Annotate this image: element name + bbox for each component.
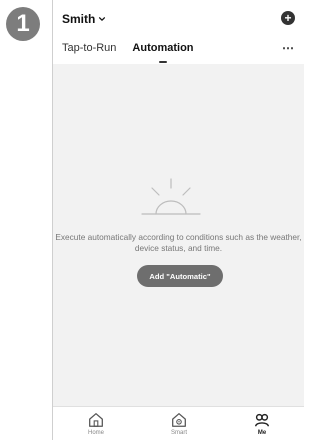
tab-label: Tap-to-Run <box>62 42 117 54</box>
bottom-nav: Home Smart Me <box>53 406 304 440</box>
add-automation-button[interactable]: Add "Automatic" <box>137 265 223 287</box>
nav-label: Me <box>257 430 267 436</box>
nav-item-smart[interactable]: Smart <box>154 411 204 436</box>
smart-home-icon <box>172 413 186 427</box>
sunrise-icon <box>141 178 201 215</box>
profile-icon <box>254 413 270 427</box>
header: Smith + Tap-to-Run Automation ⋯ <box>53 0 304 64</box>
home-icon <box>89 413 103 427</box>
chevron-down-icon <box>99 17 106 21</box>
button-label: Add "Automatic" <box>149 271 211 281</box>
tab-label: Automation <box>132 42 194 54</box>
tab-tap-to-run[interactable]: Tap-to-Run <box>60 42 118 54</box>
plus-circle-icon[interactable]: + <box>281 11 295 25</box>
nav-item-me[interactable]: Me <box>237 411 287 436</box>
tab-automation[interactable]: Automation <box>130 42 195 63</box>
nav-item-home[interactable]: Home <box>71 411 121 436</box>
tab-bar: Tap-to-Run Automation <box>60 42 196 63</box>
more-horizontal-icon[interactable]: ⋯ <box>282 41 295 55</box>
phone-screen: Smith + Tap-to-Run Automation ⋯ Execute … <box>52 0 304 440</box>
step-number-badge: 1 <box>6 7 40 41</box>
empty-state-message: Execute automatically according to condi… <box>55 232 302 253</box>
nav-label: Smart <box>170 430 187 436</box>
nav-label: Home <box>87 430 104 436</box>
home-selector[interactable]: Smith <box>62 12 106 26</box>
home-name: Smith <box>62 12 96 26</box>
active-tab-indicator <box>158 61 167 63</box>
